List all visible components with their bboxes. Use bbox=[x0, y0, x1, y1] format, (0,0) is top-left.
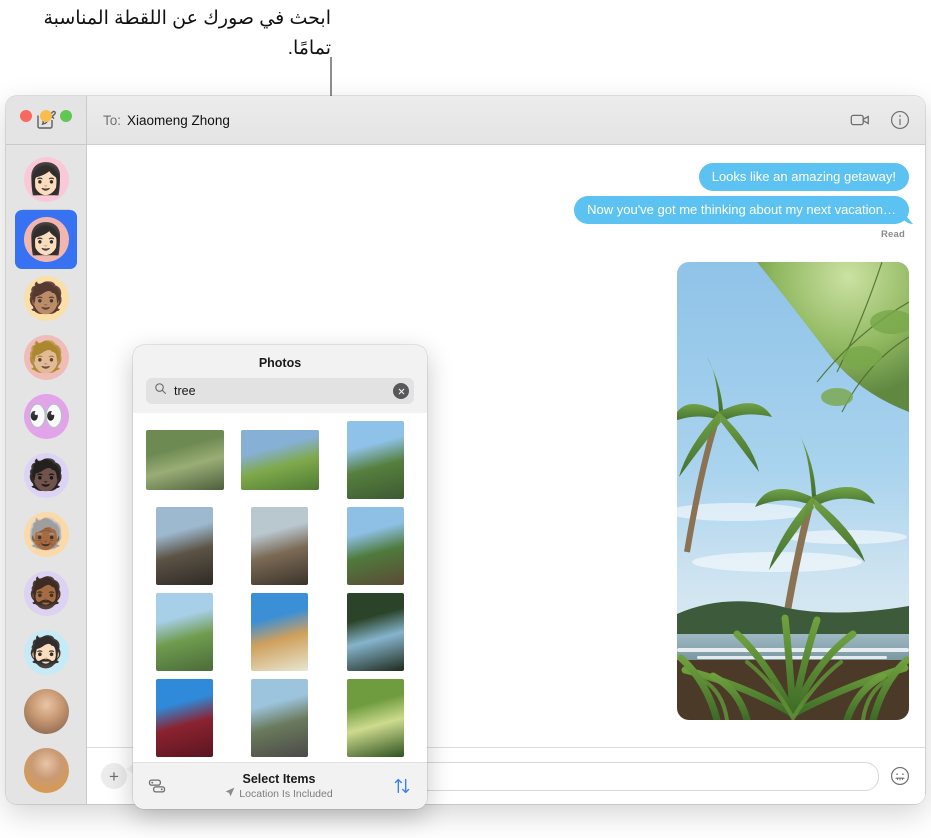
photo-palm-sky-plants[interactable] bbox=[156, 593, 214, 671]
sidebar-item-conversation-9[interactable]: 🧔🏻 bbox=[15, 623, 77, 682]
popover-footer: Select Items Location Is Included bbox=[133, 762, 427, 809]
location-included-row: Location Is Included bbox=[167, 787, 391, 801]
photo-grid-cell[interactable] bbox=[336, 593, 414, 671]
photo-grid-cell[interactable] bbox=[336, 679, 414, 757]
photo-library-icon[interactable] bbox=[147, 776, 167, 796]
photo-grid-cell[interactable] bbox=[145, 421, 224, 499]
search-container: tree bbox=[133, 378, 427, 413]
photo-cliff-coast-waves[interactable] bbox=[156, 507, 214, 585]
sidebar-item-conversation-10[interactable] bbox=[15, 682, 77, 741]
sidebar-item-conversation-1[interactable]: 👩🏻 bbox=[15, 150, 77, 209]
sort-up-down-icon[interactable] bbox=[391, 775, 413, 797]
close-button[interactable] bbox=[20, 110, 32, 122]
avatar: 🧔🏾 bbox=[23, 571, 69, 616]
avatar: 🧓🏾 bbox=[23, 512, 69, 557]
sidebar-item-conversation-3[interactable]: 🧑🏽 bbox=[15, 269, 77, 328]
read-status-label: Read bbox=[880, 229, 905, 240]
photo-grid-cell[interactable] bbox=[146, 507, 224, 585]
sidebar-item-conversation-5[interactable]: 👀 bbox=[15, 387, 77, 446]
avatar: 👀 bbox=[23, 394, 69, 439]
conversation-titlebar: To: Xiaomeng Zhong bbox=[87, 96, 925, 145]
location-included-label: Location Is Included bbox=[239, 787, 333, 800]
photo-river-reflection-trees[interactable] bbox=[346, 507, 404, 585]
photo-white-flower-buds[interactable] bbox=[346, 679, 404, 757]
avatar: 🧑🏼 bbox=[23, 335, 69, 380]
minimize-button[interactable] bbox=[40, 110, 52, 122]
info-circle-icon[interactable] bbox=[889, 109, 911, 131]
magnifier-icon bbox=[154, 382, 167, 400]
sidebar-item-conversation-7[interactable]: 🧓🏾 bbox=[15, 505, 77, 564]
select-items-label: Select Items bbox=[242, 771, 316, 786]
smiley-face-icon[interactable] bbox=[889, 765, 911, 787]
photo-grid-cell[interactable] bbox=[241, 679, 319, 757]
footer-center: Select Items Location Is Included bbox=[167, 772, 391, 801]
photos-search-input[interactable]: tree bbox=[174, 384, 386, 398]
read-receipt-row: Read bbox=[103, 229, 909, 240]
avatar: 🧔🏻 bbox=[23, 630, 69, 675]
video-camera-icon[interactable] bbox=[849, 109, 871, 131]
photo-grid-cell[interactable] bbox=[146, 679, 224, 757]
palm-trees-beach-photo[interactable] bbox=[677, 262, 909, 720]
conversations-sidebar: 👩🏻 👩🏻 🧑🏽 🧑🏼 👀 🧑🏿 🧓🏾 🧔🏾 🧔🏻 bbox=[6, 96, 87, 804]
photo-grid-cell[interactable] bbox=[240, 421, 319, 499]
avatar: 🧑🏿 bbox=[23, 453, 69, 498]
photo-results-grid[interactable] bbox=[133, 413, 427, 762]
message-bubble[interactable]: Looks like an amazing getaway! bbox=[698, 163, 909, 191]
photo-grid-cell[interactable] bbox=[336, 421, 414, 499]
photo-grid-cell[interactable] bbox=[336, 507, 414, 585]
zoom-button[interactable] bbox=[60, 110, 72, 122]
sidebar-item-conversation-8[interactable]: 🧔🏾 bbox=[15, 564, 77, 623]
sidebar-item-conversation-11[interactable] bbox=[15, 741, 77, 800]
photos-search-field[interactable]: tree bbox=[146, 378, 414, 404]
message-row: Looks like an amazing getaway! bbox=[103, 163, 909, 191]
clear-circle-icon[interactable] bbox=[393, 383, 409, 399]
message-bubble[interactable]: Now you've got me thinking about my next… bbox=[574, 196, 909, 224]
message-bubble-list: Looks like an amazing getaway! Now you've… bbox=[103, 163, 909, 224]
photo-dog-in-flowers[interactable] bbox=[251, 593, 309, 671]
message-row: Now you've got me thinking about my next… bbox=[103, 196, 909, 224]
callout-text: ابحث في صورك عن اللقطة المناسبة تمامًا. bbox=[43, 8, 331, 59]
photo-tropical-path-ocean[interactable] bbox=[346, 593, 404, 671]
photo-grid-cell[interactable] bbox=[241, 507, 319, 585]
avatar bbox=[23, 748, 69, 793]
photo-red-leaves-blue-sky[interactable] bbox=[156, 679, 214, 757]
recipient-name[interactable]: Xiaomeng Zhong bbox=[127, 113, 230, 128]
plus-icon[interactable]: + bbox=[101, 763, 127, 789]
conversation-list: 👩🏻 👩🏻 🧑🏽 🧑🏼 👀 🧑🏿 🧓🏾 🧔🏾 🧔🏻 bbox=[6, 145, 86, 800]
window-controls bbox=[20, 110, 72, 122]
avatar: 👩🏻 bbox=[23, 217, 69, 262]
sidebar-item-conversation-2[interactable]: 👩🏻 bbox=[15, 210, 77, 269]
to-label: To: bbox=[103, 112, 122, 128]
photos-popover: Photos tree Select Items Location Is Inc… bbox=[133, 345, 427, 809]
avatar: 🧑🏽 bbox=[23, 276, 69, 321]
photo-rocky-shore-surf[interactable] bbox=[251, 507, 309, 585]
location-arrow-icon bbox=[225, 787, 235, 801]
avatar bbox=[23, 689, 69, 734]
photo-black-sand-beach[interactable] bbox=[251, 679, 309, 757]
sidebar-item-conversation-6[interactable]: 🧑🏿 bbox=[15, 446, 77, 505]
sidebar-item-conversation-4[interactable]: 🧑🏼 bbox=[15, 328, 77, 387]
photo-grid-cell[interactable] bbox=[241, 593, 319, 671]
avatar: 👩🏻 bbox=[23, 157, 69, 202]
photo-green-meadow-trees[interactable] bbox=[240, 430, 319, 490]
photo-grid-cell[interactable] bbox=[146, 593, 224, 671]
photo-palm-over-water[interactable] bbox=[346, 421, 404, 499]
popover-title: Photos bbox=[258, 356, 302, 370]
photo-forest-rocks-stream[interactable] bbox=[145, 430, 224, 490]
